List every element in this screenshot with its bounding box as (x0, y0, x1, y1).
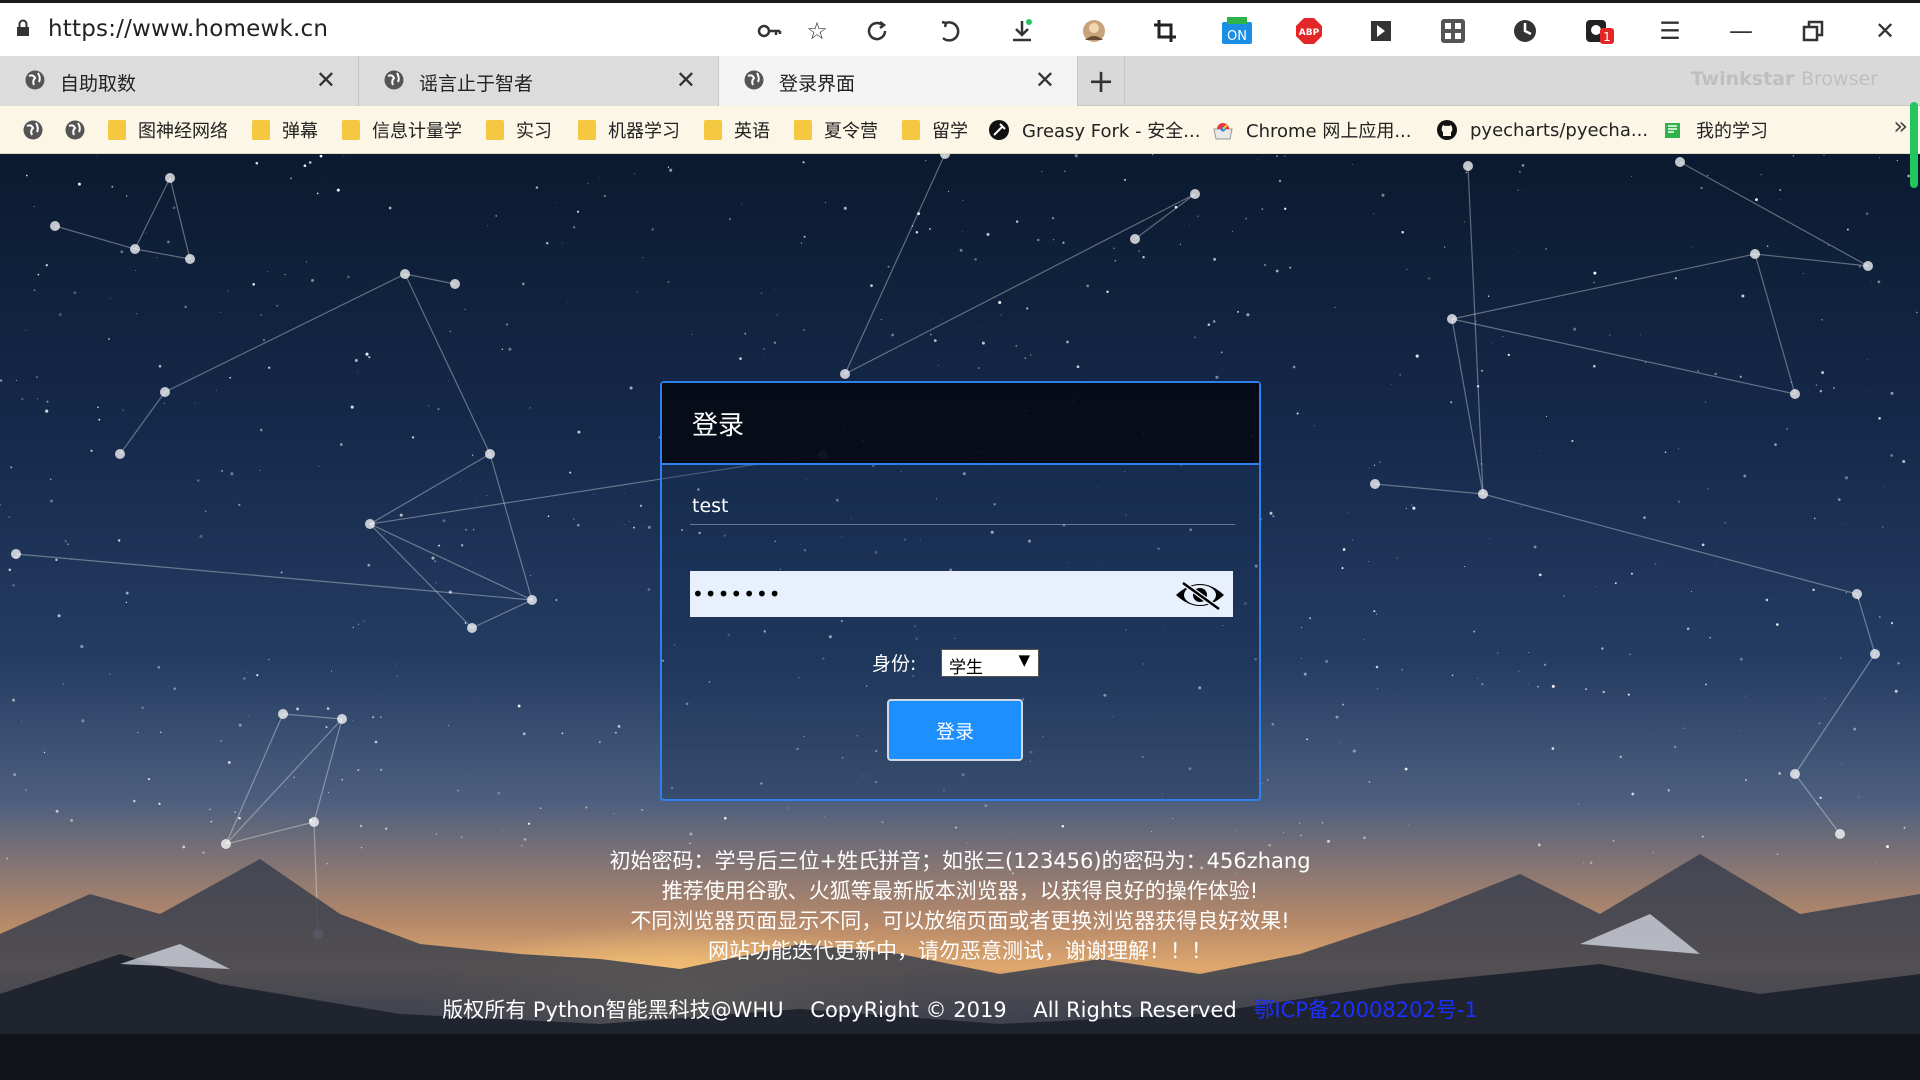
key-icon[interactable] (753, 15, 785, 47)
caret-down-icon: ▼ (1018, 651, 1030, 669)
browser-brand: Twinkstar Browser (1690, 68, 1878, 90)
role-label: 身份: (872, 653, 917, 675)
tab-title: 登录界面 (779, 73, 856, 95)
globe-icon (65, 120, 85, 140)
crop-icon[interactable] (1149, 15, 1181, 47)
github-icon (1437, 120, 1457, 140)
bookmark-my-study[interactable]: 我的学习 (1662, 118, 1768, 142)
username-input[interactable] (690, 487, 1235, 525)
folder-icon (108, 120, 126, 140)
bookmark-folder-english[interactable]: 英语 (704, 118, 770, 142)
bookmark-folder-summer-camp[interactable]: 夏令营 (794, 118, 878, 142)
tab-zizhu[interactable]: 自助取数 ✕ (0, 56, 359, 106)
close-tab-icon[interactable]: ✕ (316, 66, 336, 94)
notice-text: 初始密码：学号后三位+姓氏拼音；如张三(123456)的密码为：456zhang… (0, 846, 1920, 966)
minimize-icon[interactable]: — (1725, 15, 1757, 47)
folder-icon (902, 120, 920, 140)
browser-toolbar: https://www.homewk.cn ☆ ON ABP 1 ☰ — ✕ (0, 0, 1920, 56)
folder-icon (486, 120, 504, 140)
globe-icon (25, 70, 45, 90)
svg-text:ABP: ABP (1299, 28, 1320, 38)
folder-icon (342, 120, 360, 140)
close-window-icon[interactable]: ✕ (1869, 15, 1901, 47)
role-select[interactable]: 学生 ▼ (941, 649, 1039, 678)
close-tab-icon[interactable]: ✕ (1035, 66, 1055, 94)
login-card-header: 登录 (662, 383, 1259, 465)
notification-icon[interactable]: 1 (1584, 15, 1616, 47)
bookmark-greasy-fork[interactable]: Greasy Fork - 安全... (988, 118, 1200, 142)
notice-line: 推荐使用谷歌、火狐等最新版本浏览器，以获得良好的操作体验! (661, 879, 1259, 903)
tab-title: 自助取数 (60, 73, 137, 95)
address-bar[interactable]: https://www.homewk.cn (48, 16, 328, 42)
undo-icon[interactable] (933, 15, 965, 47)
folder-icon (794, 120, 812, 140)
qr-icon[interactable] (1437, 15, 1469, 47)
globe-icon (23, 120, 43, 140)
login-button[interactable]: 登录 (887, 699, 1023, 761)
tab-bar: 自助取数 ✕ 谣言止于智者 ✕ 登录界面 ✕ (0, 56, 1920, 106)
chrome-store-icon (1213, 123, 1233, 140)
scrollbar-thumb[interactable] (1910, 102, 1918, 188)
password-field (690, 571, 1233, 617)
notice-line: 初始密码：学号后三位+姓氏拼音；如张三(123456)的密码为：456zhang (609, 849, 1311, 873)
password-input[interactable] (690, 571, 1170, 617)
bookmark-folder-infometrics[interactable]: 信息计量学 (342, 118, 462, 142)
globe-icon (744, 70, 764, 90)
lock-icon (17, 19, 29, 36)
bookmark-folder-danmu[interactable]: 弹幕 (252, 118, 318, 142)
login-title: 登录 (692, 411, 745, 441)
role-selected-value: 学生 (949, 658, 983, 678)
tab-title: 谣言止于智者 (419, 73, 534, 95)
greasy-fork-icon (989, 120, 1009, 140)
folder-icon (252, 120, 270, 140)
menu-icon[interactable]: ☰ (1654, 15, 1686, 47)
abp-icon[interactable]: ABP (1293, 15, 1325, 47)
bookmark-chrome-store[interactable]: Chrome 网上应用... (1212, 118, 1412, 142)
bookmark-folder-study-abroad[interactable]: 留学 (902, 118, 968, 142)
avatar-icon[interactable] (1078, 15, 1110, 47)
folder-icon (704, 120, 722, 140)
login-card: 登录 身份: 学生 ▼ 登录 (660, 381, 1261, 801)
new-tab-button[interactable]: + (1078, 56, 1125, 106)
bookmark-globe-1[interactable] (22, 118, 56, 142)
svg-text:1: 1 (1603, 30, 1611, 44)
notice-line: 网站功能迭代更新中，请勿恶意测试，谢谢理解！！！ (708, 939, 1212, 963)
tab-yaoyan[interactable]: 谣言止于智者 ✕ (359, 56, 719, 106)
copyright-text: 版权所有 Python智能黑科技@WHU CopyRight © 2019 Al… (442, 998, 1237, 1022)
bookmark-pyecharts[interactable]: pyecharts/pyecha... (1436, 118, 1648, 142)
bookmark-folder-ml[interactable]: 机器学习 (578, 118, 680, 142)
notice-line: 不同浏览器页面显示不同，可以放缩页面或者更换浏览器获得良好效果! (630, 909, 1290, 933)
bookmark-globe-2[interactable] (64, 118, 98, 142)
refresh-icon[interactable] (861, 15, 893, 47)
tab-login[interactable]: 登录界面 ✕ (719, 56, 1078, 106)
history-icon[interactable] (1509, 15, 1541, 47)
folder-icon (578, 120, 596, 140)
svg-text:ON: ON (1227, 29, 1247, 44)
bookmark-folder-gnn[interactable]: 图神经网络 (108, 118, 228, 142)
close-tab-icon[interactable]: ✕ (676, 66, 696, 94)
globe-icon (384, 70, 404, 90)
bookmark-folder-internship[interactable]: 实习 (486, 118, 552, 142)
footer: 版权所有 Python智能黑科技@WHU CopyRight © 2019 Al… (0, 994, 1920, 1024)
book-icon (1665, 123, 1680, 138)
eye-slash-icon[interactable] (1173, 579, 1227, 611)
icp-link[interactable]: 鄂ICP备20008202号-1 (1253, 998, 1477, 1022)
chevron-right-icon[interactable]: » (1893, 112, 1908, 140)
on-toggle-icon[interactable]: ON (1221, 15, 1253, 47)
star-icon[interactable]: ☆ (801, 15, 833, 47)
bookmarks-bar: 图神经网络 弹幕 信息计量学 实习 机器学习 英语 夏令营 留学 Greasy … (0, 106, 1920, 154)
restore-icon[interactable] (1797, 15, 1829, 47)
download-icon[interactable] (1006, 15, 1038, 47)
extension-icon[interactable] (1365, 15, 1397, 47)
